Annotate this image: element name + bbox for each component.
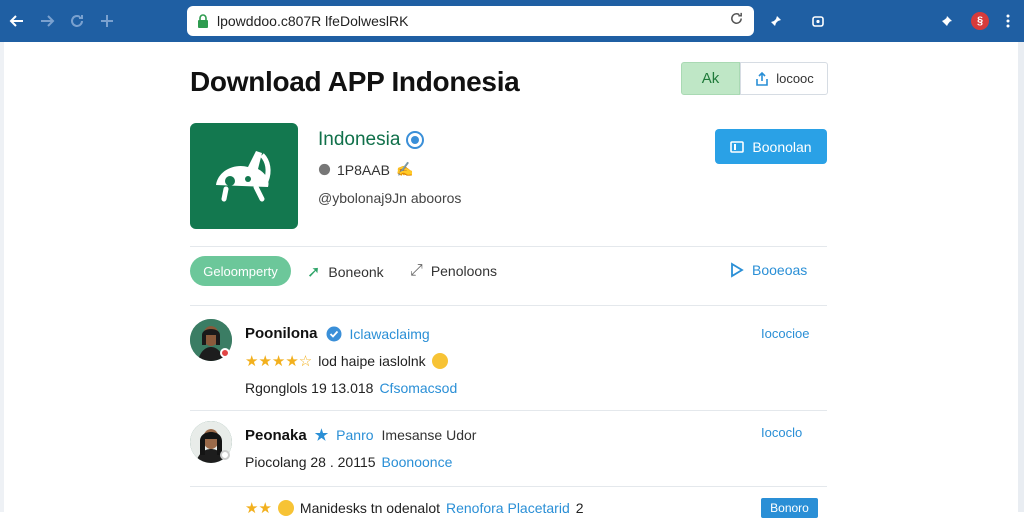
divider <box>190 246 827 247</box>
page-edge <box>0 42 4 512</box>
download-label: Boonolan <box>752 138 812 155</box>
review-action-link[interactable]: Iococioe <box>761 326 809 341</box>
status-dot-icon <box>220 348 230 358</box>
reload-icon[interactable] <box>64 8 90 34</box>
tab-permissions-label: Penoloons <box>430 263 497 279</box>
review-date: Rgonglols 19 13.018 <box>245 380 374 396</box>
url-text[interactable]: lpowddoo.c807R lfeDolweslRK <box>217 13 729 29</box>
extension-icon[interactable] <box>94 8 120 34</box>
download-icon <box>730 140 745 153</box>
back-arrow-icon[interactable] <box>4 8 30 34</box>
reviewer-name-text: Poonilona <box>245 325 318 342</box>
reviewer-name: Poonilona Iclawaclaimg <box>245 325 430 342</box>
review-link[interactable]: Boonoonce <box>382 454 453 470</box>
review-action-link[interactable]: Iococlo <box>761 425 802 440</box>
review-text: Manidesks tn odenalot <box>299 500 440 516</box>
play-icon <box>731 262 744 278</box>
share-label: locooc <box>776 71 814 86</box>
app-name: Indonesia <box>318 129 425 151</box>
scrollbar[interactable] <box>1018 42 1024 512</box>
tab-overview[interactable]: Geloomperty <box>190 256 291 286</box>
globe-icon <box>318 163 331 176</box>
download-button[interactable]: Boonolan <box>715 129 827 164</box>
review-meta: Piocolang 28 . 20115 Boonoonce <box>245 454 452 470</box>
reply-button[interactable]: Bonoro <box>761 498 818 518</box>
status-dot-icon <box>220 450 230 460</box>
address-bar[interactable]: lpowddoo.c807R lfeDolweslRK <box>187 6 754 36</box>
language-button[interactable]: Ak <box>681 62 740 95</box>
lock-icon <box>198 14 208 28</box>
emoji-icon <box>277 500 294 516</box>
reviews-link-label: Booeoas <box>752 262 808 278</box>
tab-bookmark-label: Boneonk <box>328 264 384 280</box>
verified-icon <box>326 326 341 341</box>
badge-icon: ✍ <box>395 161 414 177</box>
review-body: ★★ Manidesks tn odenalot Renofora Placet… <box>245 499 584 517</box>
app-meta: 1P8AAB ✍ <box>318 161 413 178</box>
review-link[interactable]: Renofora Placetarid <box>446 500 570 516</box>
reviewer-tag[interactable]: Iclawaclaimg <box>350 326 430 342</box>
divider <box>190 410 827 411</box>
refresh-icon[interactable] <box>729 11 744 31</box>
app-meta-text: 1P8AAB <box>337 161 390 178</box>
review-body: ★★★★☆ lod haipe iaslolnk <box>245 352 448 370</box>
star-icon: ★ <box>314 427 329 444</box>
expand-icon: ⤢ <box>410 262 423 279</box>
reviews-link[interactable]: Booeoas <box>728 262 807 278</box>
review-link[interactable]: Cfsomacsod <box>379 380 457 396</box>
profile-icon[interactable]: § <box>967 8 993 34</box>
settings-icon[interactable] <box>934 8 960 34</box>
verified-icon <box>406 131 425 149</box>
tab-permissions[interactable]: ⤢ Penoloons <box>410 262 497 280</box>
star-rating-icon: ★★ <box>245 500 272 517</box>
review-date: Piocolang 28 . 20115 <box>245 454 376 470</box>
tab-bookmark[interactable]: ➚ Boneonk <box>307 262 384 282</box>
app-logo-icon <box>190 123 298 229</box>
share-button[interactable]: locooc <box>740 62 828 95</box>
review-meta: Rgonglols 19 13.018 Cfsomacsod <box>245 380 457 396</box>
reviewer-name: Peonaka ★ Panro Imesanse Udor <box>245 426 477 445</box>
divider <box>190 486 827 487</box>
reviewer-tag[interactable]: Panro <box>336 427 373 443</box>
app-developer[interactable]: @ybolonaj9Jn abooros <box>318 190 461 206</box>
puzzle-icon[interactable] <box>763 8 789 34</box>
divider <box>190 305 827 306</box>
app-name-text: Indonesia <box>318 129 401 150</box>
review-extra: 2 <box>575 500 584 516</box>
menu-icon[interactable] <box>995 8 1021 34</box>
arrow-icon: ➚ <box>307 264 321 281</box>
reviewer-name-text: Peonaka <box>245 426 307 444</box>
bookmark-icon[interactable] <box>805 8 831 34</box>
nav-buttons <box>4 8 120 34</box>
browser-toolbar: lpowddoo.c807R lfeDolweslRK § <box>0 0 1024 42</box>
review-text: lod haipe iaslolnk <box>318 353 426 369</box>
emoji-icon <box>431 353 448 369</box>
forward-arrow-icon[interactable] <box>34 8 60 34</box>
share-icon <box>756 71 769 86</box>
star-rating-icon: ★★★★☆ <box>245 353 313 370</box>
reviewer-tag-extra: Imesanse Udor <box>381 427 477 443</box>
page-title: Download APP Indonesia <box>190 66 520 97</box>
